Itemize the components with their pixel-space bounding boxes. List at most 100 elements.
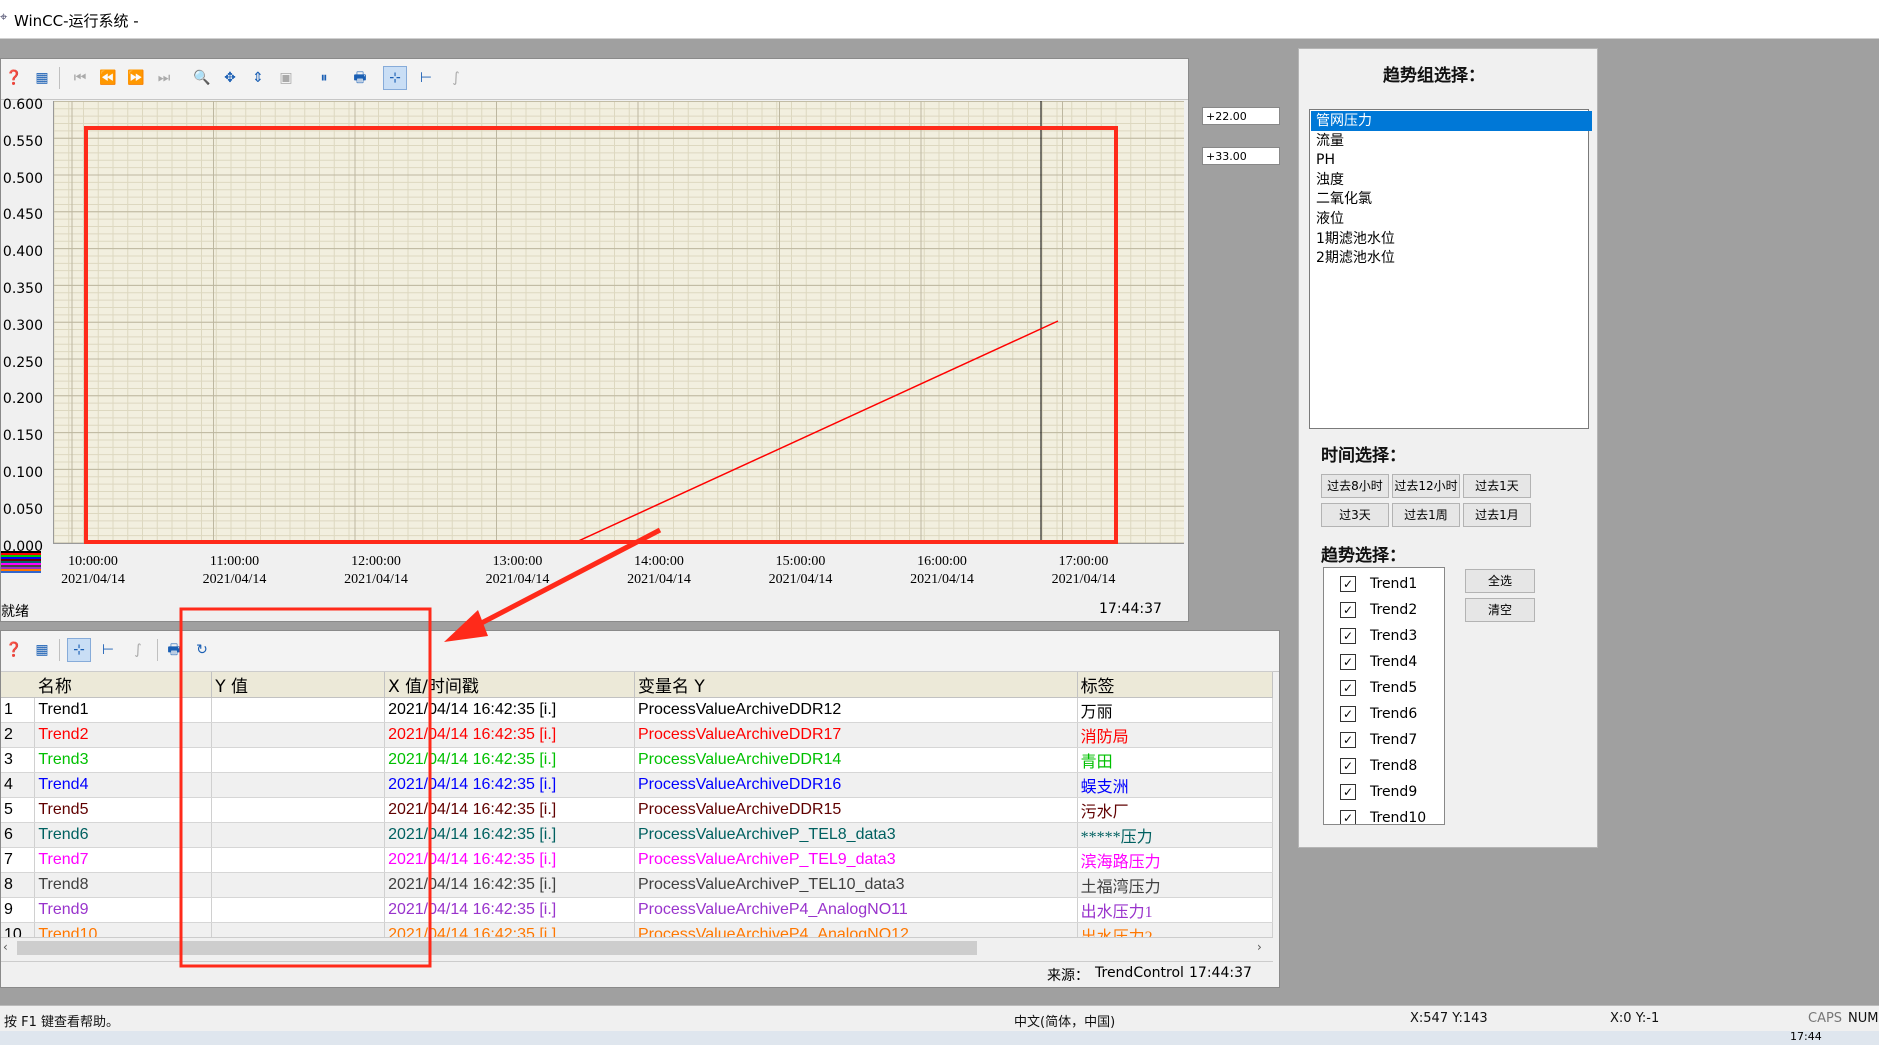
- time-range-button[interactable]: 过去8小时: [1321, 474, 1389, 498]
- checkbox-icon[interactable]: ✓: [1340, 784, 1356, 800]
- checkbox-icon[interactable]: ✓: [1340, 706, 1356, 722]
- trend-group-item[interactable]: 二氧化氯: [1314, 189, 1586, 209]
- table-row[interactable]: 4 Trend4 2021/04/14 16:42:35 [i.] ProcessVa…: [1, 772, 1274, 798]
- checkbox-icon[interactable]: ✓: [1340, 758, 1356, 774]
- x-tick-label: 17:00:00 2021/04/14: [1051, 554, 1116, 587]
- trend-group-item[interactable]: 浊度: [1314, 170, 1586, 190]
- table-row[interactable]: 6 Trend6 2021/04/14 16:42:35 [i.] ProcessVa…: [1, 822, 1274, 848]
- table-row[interactable]: 1 Trend1 2021/04/14 16:42:35 [i.] ProcessVa…: [1, 697, 1274, 723]
- trend-checkbox-row[interactable]: ✓ Trend9: [1340, 782, 1417, 802]
- trend-checkbox-label: Trend8: [1370, 758, 1418, 774]
- row-index: 2: [1, 722, 36, 748]
- help-icon[interactable]: ❓: [3, 639, 25, 661]
- scroll-left-icon[interactable]: ‹: [3, 940, 8, 954]
- first-record-icon[interactable]: ⏮: [69, 67, 91, 89]
- trend-checkbox-row[interactable]: ✓ Trend10: [1340, 808, 1426, 824]
- col-label[interactable]: 标签: [1077, 672, 1274, 698]
- trend-plot-area[interactable]: [53, 101, 1184, 544]
- scroll-thumb[interactable]: [17, 941, 977, 955]
- ruler-icon[interactable]: ⊹: [383, 66, 407, 90]
- cell-variable: ProcessValueArchiveDDR16: [634, 772, 1078, 798]
- checkbox-icon[interactable]: ✓: [1340, 810, 1356, 824]
- trend-group-item[interactable]: 2期滤池水位: [1314, 248, 1586, 268]
- col-y-value[interactable]: Y 值: [211, 672, 386, 698]
- app-status-bar: 按 F1 键查看帮助。 中文(简体，中国) X:547 Y:143 X:0 Y:…: [0, 1005, 1879, 1032]
- x-axis: 10:00:00 2021/04/14 11:00:00 2021/04/14 12:0…: [1, 553, 1188, 593]
- value-box-2[interactable]: +33.00: [1202, 147, 1280, 165]
- time-range-button[interactable]: 过3天: [1321, 503, 1389, 527]
- move-trend-icon[interactable]: ✥: [219, 67, 241, 89]
- time-select-title: 时间选择：: [1321, 446, 1406, 466]
- trend-group-item[interactable]: 流量: [1314, 131, 1586, 151]
- original-view-icon[interactable]: ▣: [275, 67, 297, 89]
- time-range-button[interactable]: 过去1月: [1463, 503, 1531, 527]
- statistics-icon[interactable]: ∫: [445, 67, 467, 89]
- scroll-right-icon[interactable]: ›: [1257, 940, 1262, 954]
- table-row[interactable]: 5 Trend5 2021/04/14 16:42:35 [i.] ProcessVa…: [1, 797, 1274, 823]
- select-all-button[interactable]: 全选: [1465, 569, 1535, 593]
- row-index: 8: [1, 872, 36, 898]
- trend-checkbox-row[interactable]: ✓ Trend6: [1340, 704, 1417, 724]
- y-tick-label: 0.450: [2, 207, 43, 224]
- trend-checkbox-row[interactable]: ✓ Trend7: [1340, 730, 1417, 750]
- trend-checkbox-row[interactable]: ✓ Trend1: [1340, 574, 1417, 594]
- table-row[interactable]: 3 Trend3 2021/04/14 16:42:35 [i.] ProcessVa…: [1, 747, 1274, 773]
- trend-checkbox-row[interactable]: ✓ Trend4: [1340, 652, 1417, 672]
- value-box-1[interactable]: +22.00: [1202, 107, 1280, 125]
- trend-group-item[interactable]: PH: [1314, 150, 1586, 170]
- trend-checkbox-row[interactable]: ✓ Trend8: [1340, 756, 1417, 776]
- statistics-area-icon[interactable]: ⊢: [415, 67, 437, 89]
- selection-panel: 趋势组选择： 管网压力 流量 PH 浊度 二氧化氯 液位 1期滤池水位 2期滤池水位 时间选择…: [1298, 48, 1598, 848]
- ruler-icon[interactable]: ⊹: [67, 638, 91, 662]
- checkbox-icon[interactable]: ✓: [1340, 654, 1356, 670]
- zoom-area-icon[interactable]: 🔍: [191, 67, 213, 89]
- time-range-button[interactable]: 过去1周: [1392, 503, 1460, 527]
- help-icon[interactable]: ❓: [3, 67, 25, 89]
- trend-checkbox-row[interactable]: ✓ Trend2: [1340, 600, 1417, 620]
- table-row[interactable]: 9 Trend9 2021/04/14 16:42:35 [i.] ProcessVa…: [1, 897, 1274, 923]
- export-icon[interactable]: ↻: [191, 639, 213, 661]
- print-icon[interactable]: 🖶: [163, 639, 185, 661]
- statistics-icon[interactable]: ∫: [127, 639, 149, 661]
- trend-group-item[interactable]: 液位: [1314, 209, 1586, 229]
- zoom-value-axis-icon[interactable]: ⇕: [247, 67, 269, 89]
- status-time: 17:44:37: [1189, 965, 1252, 981]
- cell-y-value: [211, 747, 386, 773]
- trend-checklist[interactable]: ✓ Trend1 ✓ Trend2 ✓ Trend3 ✓ Trend4 ✓ Trend5 ✓ Tren…: [1323, 567, 1445, 825]
- table-row[interactable]: 2 Trend2 2021/04/14 16:42:35 [i.] ProcessVa…: [1, 722, 1274, 748]
- trend-group-item[interactable]: 1期滤池水位: [1314, 229, 1586, 249]
- checkbox-icon[interactable]: ✓: [1340, 628, 1356, 644]
- taskbar-clock: 17:44: [1790, 1030, 1822, 1043]
- cursor-coord-1: X:547 Y:143: [1410, 1011, 1488, 1026]
- trend-checkbox-row[interactable]: ✓ Trend3: [1340, 626, 1417, 646]
- checkbox-icon[interactable]: ✓: [1340, 732, 1356, 748]
- next-record-icon[interactable]: ⏩: [125, 67, 147, 89]
- col-variable-y[interactable]: 变量名 Y: [634, 672, 1078, 698]
- stop-start-icon[interactable]: ⏸: [313, 67, 335, 89]
- table-row[interactable]: 8 Trend8 2021/04/14 16:42:35 [i.] ProcessVa…: [1, 872, 1274, 898]
- print-icon[interactable]: 🖶: [349, 67, 371, 89]
- clear-button[interactable]: 清空: [1465, 598, 1535, 622]
- checkbox-icon[interactable]: ✓: [1340, 576, 1356, 592]
- trend-select-title: 趋势选择：: [1321, 546, 1406, 566]
- col-name[interactable]: 名称: [34, 672, 213, 698]
- last-record-icon[interactable]: ⏭: [153, 67, 175, 89]
- statistics-area-icon[interactable]: ⊢: [97, 639, 119, 661]
- checkbox-icon[interactable]: ✓: [1340, 680, 1356, 696]
- trend-group-item[interactable]: 管网压力: [1311, 111, 1592, 131]
- config-dialog-icon[interactable]: ▦: [31, 67, 53, 89]
- cell-y-value: [211, 772, 386, 798]
- checkbox-icon[interactable]: ✓: [1340, 602, 1356, 618]
- time-range-button[interactable]: 过去1天: [1463, 474, 1531, 498]
- cell-label: 出水压力1: [1077, 897, 1274, 923]
- trend-checkbox-row[interactable]: ✓ Trend5: [1340, 678, 1417, 698]
- previous-record-icon[interactable]: ⏪: [97, 67, 119, 89]
- trend-group-list[interactable]: 管网压力 流量 PH 浊度 二氧化氯 液位 1期滤池水位 2期滤池水位: [1309, 109, 1592, 429]
- config-dialog-icon[interactable]: ▦: [31, 639, 53, 661]
- horizontal-scrollbar[interactable]: ‹ ›: [1, 937, 1273, 958]
- help-hint: 按 F1 键查看帮助。: [4, 1015, 120, 1030]
- table-row[interactable]: 7 Trend7 2021/04/14 16:42:35 [i.] ProcessVa…: [1, 847, 1274, 873]
- time-range-button[interactable]: 过去12小时: [1392, 474, 1460, 498]
- trend-status-bar: 就绪 17:44:37: [1, 599, 1188, 621]
- col-x-timestamp[interactable]: X 值/时间戳: [384, 672, 635, 698]
